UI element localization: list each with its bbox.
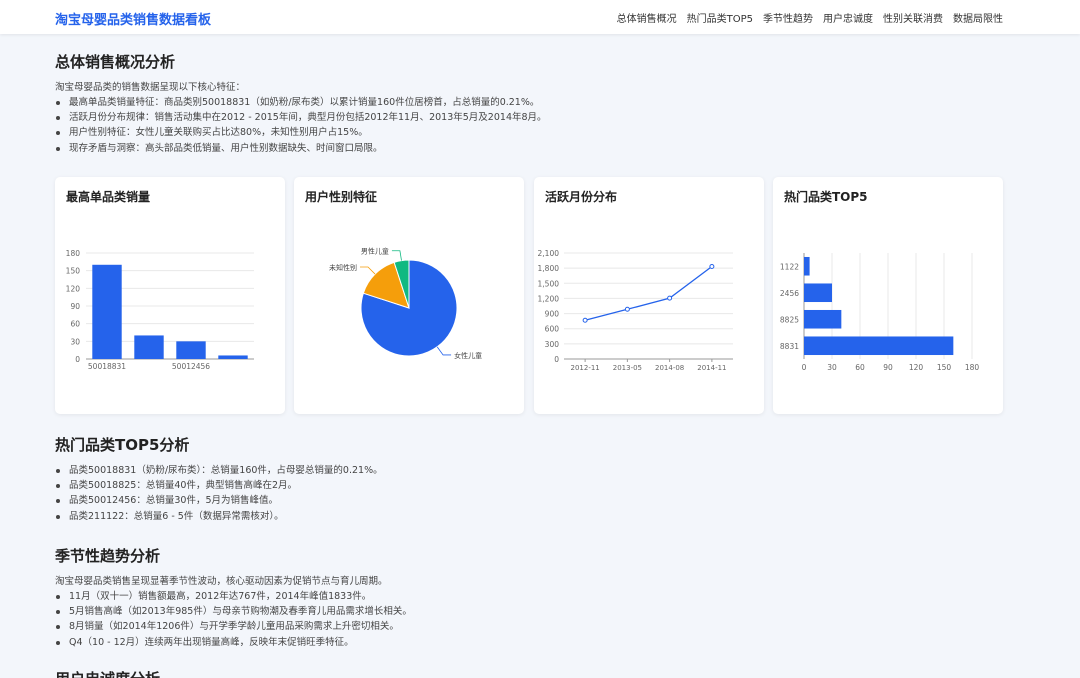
bar <box>176 341 206 359</box>
y-tick-label: 0 <box>75 355 80 364</box>
seasonal-intro: 淘宝母婴品类销售呈现显著季节性波动，核心驱动因素为促销节点与育儿周期。 <box>55 576 388 587</box>
x-tick-label: 0 <box>802 363 807 372</box>
bar <box>804 283 832 303</box>
data-point <box>709 263 715 269</box>
list-item: 活跃月份分布规律：销售活动集中在2012 - 2015年间，典型月份包括2012… <box>55 110 547 125</box>
x-tick-label: 150 <box>937 363 952 372</box>
list-item: 5月销售高峰（如2013年985件）与母亲节购物潮及春季育儿用品需求增长相关。 <box>55 604 412 619</box>
x-tick-label: 50012456 <box>172 362 210 371</box>
list-item: Q4（10 - 12月）连续两年出现销量高峰，反映年末促销旺季特征。 <box>55 635 412 650</box>
y-tick-label: 0 <box>554 355 559 364</box>
y-tick-label: 1,200 <box>538 294 560 303</box>
main-nav: 总体销售概况 热门品类TOP5 季节性趋势 用户忠诚度 性别关联消费 数据局限性 <box>617 10 1003 25</box>
list-item: 现存矛盾与洞察：高头部品类低销量、用户性别数据缺失、时间窗口局限。 <box>55 141 547 156</box>
pie-leader-line <box>391 250 402 261</box>
y-tick-label: 8825 <box>780 315 799 324</box>
series-line <box>584 265 713 321</box>
month-line-chart: 0 300 600 900 1,200 1,500 1,800 2,100 2012-11 201… <box>538 249 733 372</box>
y-tick-label: 8831 <box>780 342 799 351</box>
list-item: 用户性别特征：女性儿童关联购买占比达80%，未知性别用户占15%。 <box>55 125 547 140</box>
bar <box>804 336 954 356</box>
pie-label: 未知性别 <box>329 263 357 272</box>
y-tick-label: 300 <box>545 340 560 349</box>
bar <box>92 264 122 359</box>
data-point <box>624 306 630 312</box>
x-tick-label: 90 <box>883 363 893 372</box>
data-point <box>667 295 673 301</box>
bar <box>804 256 810 276</box>
list-item: 品类50018831（奶粉/尿布类）：总销量160件，占母婴总销量的0.21%。 <box>55 463 383 478</box>
y-tick-label: 900 <box>545 310 560 319</box>
bar <box>218 355 248 359</box>
x-tick-label: 50018831 <box>88 362 126 371</box>
y-tick-label: 120 <box>66 284 81 293</box>
top-navbar: 淘宝母婴品类销售数据看板 总体销售概况 热门品类TOP5 季节性趋势 用户忠诚度… <box>0 0 1080 34</box>
top5-bullets: 品类50018831（奶粉/尿布类）：总销量160件，占母婴总销量的0.21%。… <box>55 463 383 524</box>
nav-link-gender[interactable]: 性别关联消费 <box>883 10 943 25</box>
top-category-bar-chart: 0 30 60 90 120 150 180 50018831 50012456 <box>66 249 254 371</box>
nav-link-overview[interactable]: 总体销售概况 <box>617 10 677 25</box>
y-tick-label: 2456 <box>780 289 799 298</box>
bar <box>134 335 164 359</box>
list-item: 11月（双十一）销售额最高，2012年达767件，2014年峰值1833件。 <box>55 589 412 604</box>
list-item: 品类211122：总销量6 - 5件（数据异常需核对）。 <box>55 509 383 524</box>
overview-heading: 总体销售概况分析 <box>55 53 176 71</box>
y-tick-label: 1122 <box>780 262 799 271</box>
y-tick-label: 150 <box>66 267 81 276</box>
card-top5: 热门品类TOP5 0 30 60 90 120 150 180 8831 8825 2456 112… <box>773 177 1003 414</box>
pie-leader-line <box>436 346 452 356</box>
x-tick-label: 60 <box>855 363 865 372</box>
x-tick-label: 2012-11 <box>571 364 600 372</box>
nav-link-top5[interactable]: 热门品类TOP5 <box>687 10 753 25</box>
nav-link-seasonal[interactable]: 季节性趋势 <box>763 10 813 25</box>
card-top-category: 最高单品类销量 0 30 60 90 120 150 180 50018831 50012456 <box>55 177 285 414</box>
card-gender: 用户性别特征 女性儿童 未知性别 男性儿童 <box>294 177 524 414</box>
y-tick-label: 600 <box>545 325 560 334</box>
y-tick-label: 2,100 <box>538 249 560 258</box>
x-tick-label: 2013-05 <box>613 364 642 372</box>
pie-label: 女性儿童 <box>454 351 482 360</box>
x-tick-label: 120 <box>909 363 924 372</box>
y-tick-label: 60 <box>70 320 80 329</box>
x-tick-label: 2014-11 <box>697 364 726 372</box>
top5-heading: 热门品类TOP5分析 <box>55 436 190 454</box>
y-tick-label: 90 <box>70 302 80 311</box>
top5-hbar-chart: 0 30 60 90 120 150 180 8831 8825 2456 1122 <box>780 253 980 372</box>
gender-pie-chart: 女性儿童 未知性别男性儿童 <box>329 247 482 360</box>
bar <box>804 309 842 329</box>
x-tick-label: 180 <box>965 363 980 372</box>
seasonal-heading: 季节性趋势分析 <box>55 547 161 565</box>
card-month: 活跃月份分布 0 300 600 900 1,200 1,500 1,800 2,100 201… <box>534 177 764 414</box>
overview-intro: 淘宝母婴品类的销售数据呈现以下核心特征： <box>55 82 246 93</box>
loyalty-heading: 用户忠诚度分析 <box>55 668 160 678</box>
x-tick-label: 30 <box>827 363 837 372</box>
x-tick-label: 2014-08 <box>655 364 684 372</box>
seasonal-bullets: 11月（双十一）销售额最高，2012年达767件，2014年峰值1833件。 5… <box>55 589 412 650</box>
list-item: 8月销量（如2014年1206件）与开学季学龄儿童用品采购需求上升密切相关。 <box>55 619 412 634</box>
nav-link-loyalty[interactable]: 用户忠诚度 <box>823 10 873 25</box>
brand-title[interactable]: 淘宝母婴品类销售数据看板 <box>55 9 211 28</box>
y-tick-label: 180 <box>66 249 81 258</box>
list-item: 最高单品类销量特征：商品类别50018831（如奶粉/尿布类）以累计销量160件… <box>55 95 547 110</box>
pie-leader-line <box>359 266 376 275</box>
y-tick-label: 1,500 <box>538 279 560 288</box>
nav-link-limitations[interactable]: 数据局限性 <box>953 10 1003 25</box>
y-tick-label: 30 <box>70 337 80 346</box>
chart-cards: 最高单品类销量 0 30 60 90 120 150 180 50018831 50012456… <box>55 177 1003 414</box>
list-item: 品类50018825：总销量40件，典型销售高峰在2月。 <box>55 478 383 493</box>
overview-bullets: 最高单品类销量特征：商品类别50018831（如奶粉/尿布类）以累计销量160件… <box>55 95 547 156</box>
y-tick-label: 1,800 <box>538 264 560 273</box>
data-point <box>582 317 588 323</box>
list-item: 品类50012456：总销量30件，5月为销售峰值。 <box>55 493 383 508</box>
pie-label: 男性儿童 <box>361 247 389 256</box>
